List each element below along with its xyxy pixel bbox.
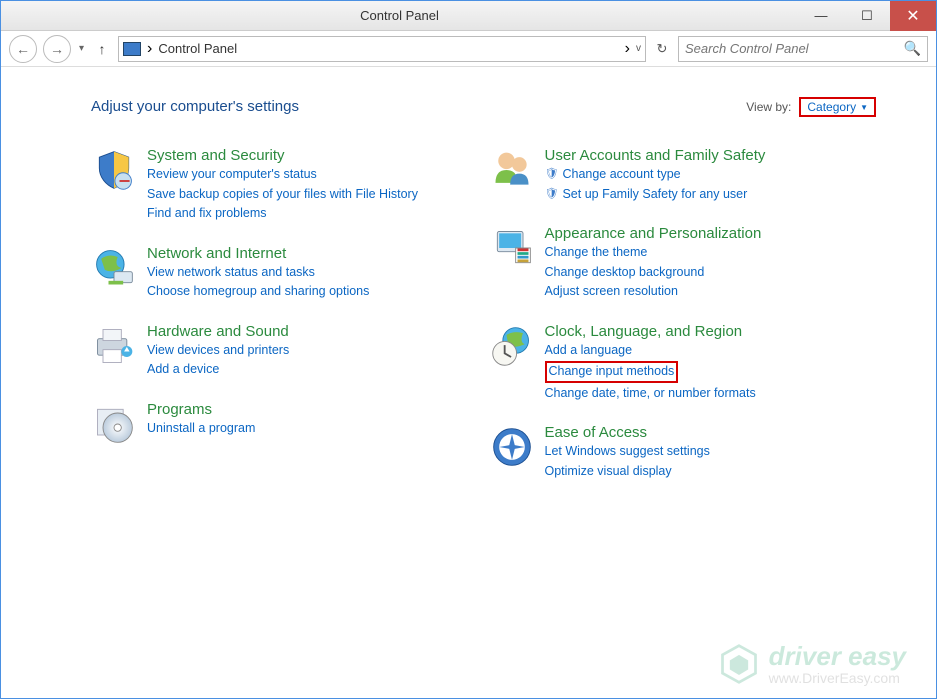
disc-icon	[91, 401, 137, 447]
viewby-wrap: View by: Category ▼	[746, 97, 876, 117]
history-dropdown-icon[interactable]: ▾	[77, 43, 86, 54]
titlebar: Control Panel — ☐ ✕	[1, 1, 936, 31]
close-button[interactable]: ✕	[890, 1, 936, 31]
viewby-select[interactable]: Category ▼	[799, 97, 876, 117]
category-network-internet: Network and Internet View network status…	[91, 245, 479, 301]
breadcrumb-separator: ›	[147, 40, 152, 58]
minimize-button[interactable]: —	[798, 1, 844, 31]
printer-icon	[91, 323, 137, 369]
category-title[interactable]: System and Security	[147, 147, 418, 164]
columns: System and Security Review your computer…	[91, 147, 876, 480]
breadcrumb[interactable]: Control Panel	[158, 41, 618, 56]
shield-icon	[91, 147, 137, 193]
category-title[interactable]: User Accounts and Family Safety	[545, 147, 766, 164]
search-input[interactable]	[685, 41, 904, 56]
category-hardware-sound: Hardware and Sound View devices and prin…	[91, 323, 479, 379]
category-link[interactable]: Let Windows suggest settings	[545, 443, 710, 461]
chevron-down-icon: ▼	[860, 103, 868, 112]
left-column: System and Security Review your computer…	[91, 147, 479, 480]
users-icon	[489, 147, 535, 193]
search-box: 🔍	[678, 36, 928, 62]
refresh-button[interactable]: ↻	[652, 39, 672, 59]
category-link[interactable]: Adjust screen resolution	[545, 283, 762, 301]
settings-header: Adjust your computer's settings View by:…	[91, 97, 876, 117]
category-title[interactable]: Network and Internet	[147, 245, 369, 262]
personalization-icon	[489, 225, 535, 271]
search-icon[interactable]: 🔍	[904, 40, 921, 57]
category-link[interactable]: Change the theme	[545, 244, 762, 262]
address-drop-icon[interactable]: v	[636, 43, 641, 54]
category-link[interactable]: Set up Family Safety for any user	[545, 186, 766, 204]
category-title[interactable]: Ease of Access	[545, 424, 710, 441]
link-change-input-methods[interactable]: Change input methods	[545, 361, 679, 383]
clock-globe-icon	[489, 323, 535, 369]
watermark: driver easy www.DriverEasy.com	[717, 642, 906, 686]
right-column: User Accounts and Family Safety Change a…	[489, 147, 877, 480]
category-appearance: Appearance and Personalization Change th…	[489, 225, 877, 301]
category-title[interactable]: Clock, Language, and Region	[545, 323, 756, 340]
page-title: Adjust your computer's settings	[91, 98, 299, 115]
category-title[interactable]: Hardware and Sound	[147, 323, 289, 340]
content: Adjust your computer's settings View by:…	[1, 67, 936, 698]
forward-button[interactable]: →	[43, 35, 71, 63]
category-clock-language: Clock, Language, and Region Add a langua…	[489, 323, 877, 403]
category-link[interactable]: Save backup copies of your files with Fi…	[147, 186, 418, 204]
watermark-url: www.DriverEasy.com	[769, 671, 906, 685]
category-link[interactable]: Change date, time, or number formats	[545, 385, 756, 403]
category-programs: Programs Uninstall a program	[91, 401, 479, 447]
category-title[interactable]: Appearance and Personalization	[545, 225, 762, 242]
window-title: Control Panel	[1, 8, 798, 23]
category-link[interactable]: Add a language	[545, 342, 756, 360]
category-ease-of-access: Ease of Access Let Windows suggest setti…	[489, 424, 877, 480]
toolbar: ← → ▾ ↑ › Control Panel › v ↻ 🔍	[1, 31, 936, 67]
window-buttons: — ☐ ✕	[798, 1, 936, 31]
category-system-security: System and Security Review your computer…	[91, 147, 479, 223]
category-link[interactable]: View devices and printers	[147, 342, 289, 360]
viewby-label: View by:	[746, 100, 791, 114]
category-link[interactable]: Uninstall a program	[147, 420, 255, 438]
category-link[interactable]: Add a device	[147, 361, 289, 379]
breadcrumb-separator: ›	[625, 40, 630, 58]
ease-of-access-icon	[489, 424, 535, 470]
category-link[interactable]: Change account type	[545, 166, 766, 184]
back-button[interactable]: ←	[9, 35, 37, 63]
watermark-brand: driver easy	[769, 643, 906, 669]
address-bar[interactable]: › Control Panel › v	[118, 36, 646, 62]
control-panel-icon	[123, 42, 141, 56]
category-link[interactable]: Find and fix problems	[147, 205, 418, 223]
category-title[interactable]: Programs	[147, 401, 255, 418]
category-user-accounts: User Accounts and Family Safety Change a…	[489, 147, 877, 203]
globe-network-icon	[91, 245, 137, 291]
category-link[interactable]: Optimize visual display	[545, 463, 710, 481]
maximize-button[interactable]: ☐	[844, 1, 890, 31]
category-link[interactable]: Review your computer's status	[147, 166, 418, 184]
category-link[interactable]: View network status and tasks	[147, 264, 369, 282]
category-link[interactable]: Choose homegroup and sharing options	[147, 283, 369, 301]
up-button[interactable]: ↑	[92, 39, 112, 59]
category-link[interactable]: Change desktop background	[545, 264, 762, 282]
drivereasy-logo-icon	[717, 642, 761, 686]
viewby-value: Category	[807, 100, 856, 114]
